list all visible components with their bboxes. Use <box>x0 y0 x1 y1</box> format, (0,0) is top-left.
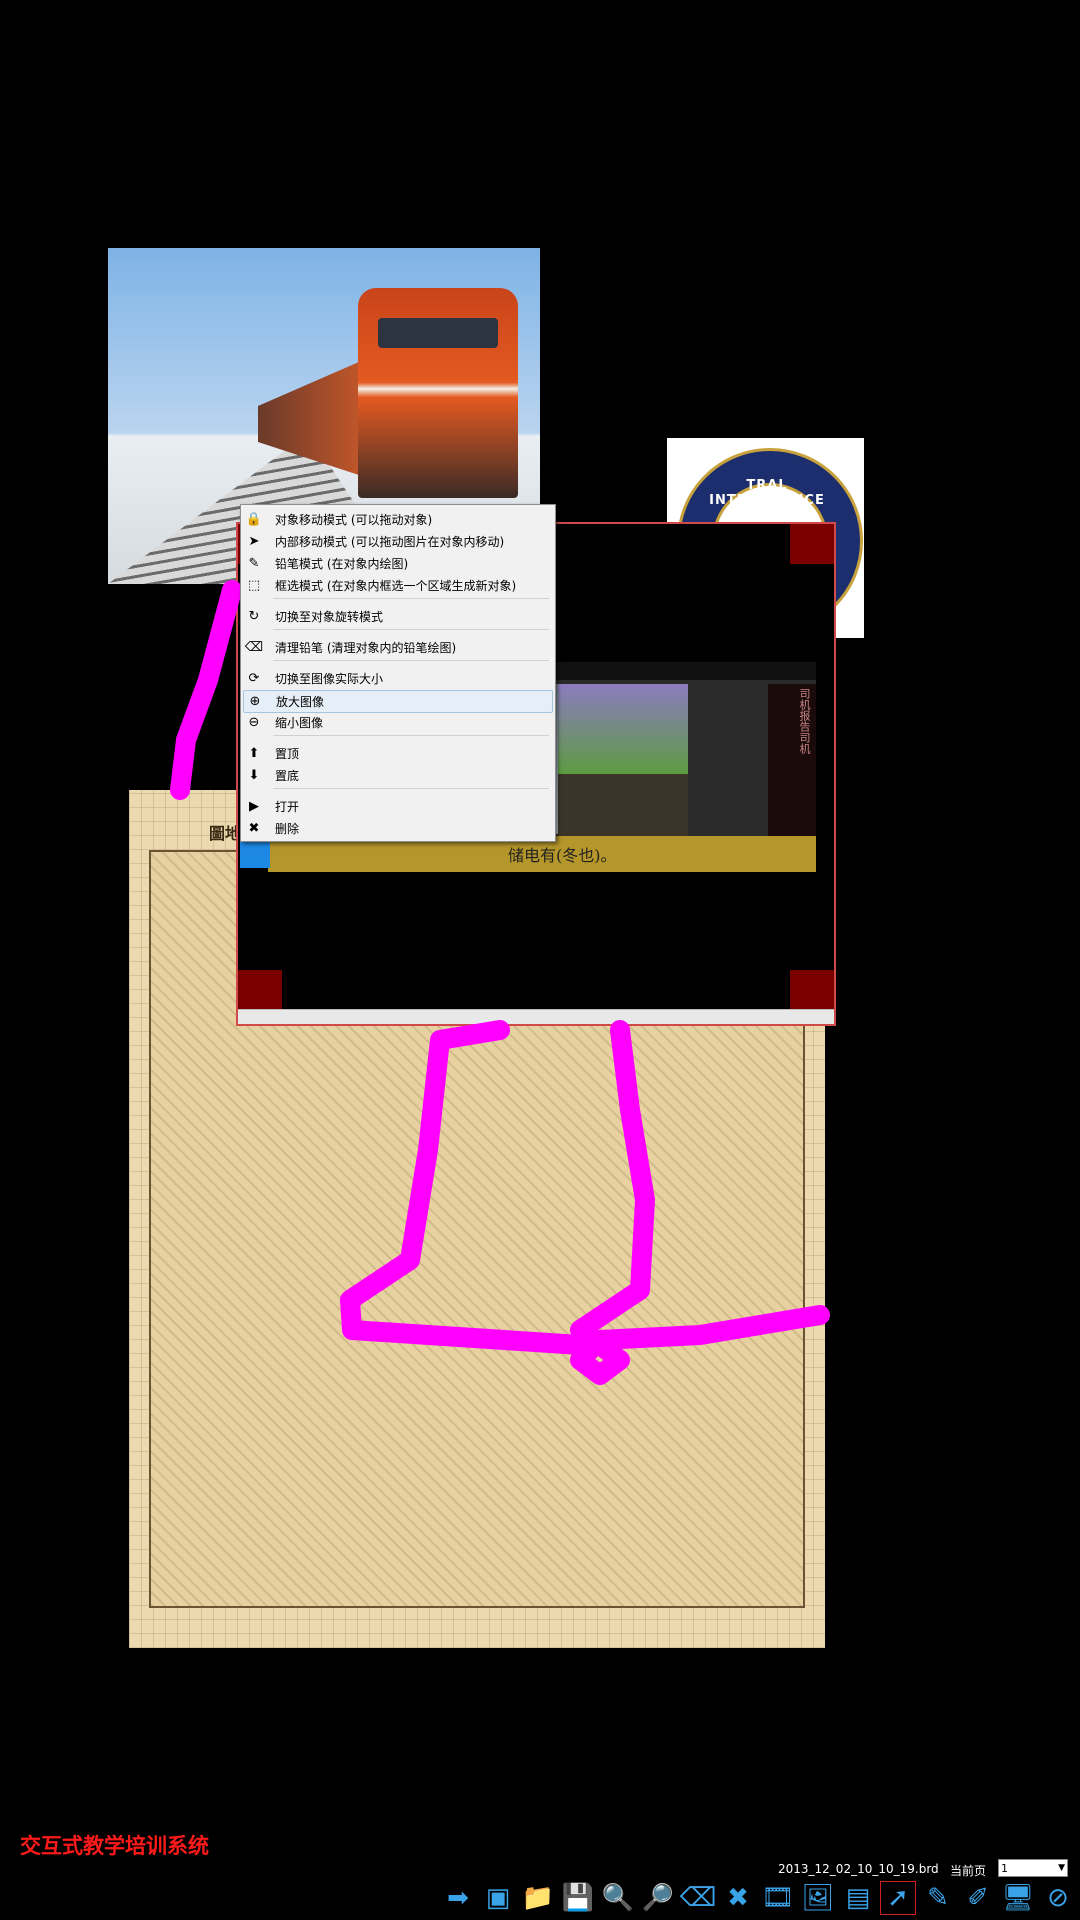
close-icon[interactable]: ✖ <box>720 1881 756 1915</box>
menu-item-label: 清理铅笔 (清理对象内的铅笔绘图) <box>275 641 457 655</box>
menu-item[interactable]: ↻ 切换至对象旋转模式 <box>243 606 553 627</box>
menu-item-label: 切换至图像实际大小 <box>275 672 384 686</box>
context-menu: 🔒 对象移动模式 (可以拖动对象) ➤ 内部移动模式 (可以拖动图片在对象内移动) ✎ 铅… <box>240 504 556 842</box>
pointer-icon[interactable]: ➚ <box>880 1881 916 1915</box>
save-icon[interactable]: 💾 <box>560 1881 596 1915</box>
new-page-icon[interactable]: ▣ <box>480 1881 516 1915</box>
markers-icon[interactable]: ✐ <box>960 1881 996 1915</box>
crop-icon: ⬚ <box>247 578 261 593</box>
pointer-icon: ➤ <box>248 534 260 549</box>
eraser-icon[interactable]: ⌫ <box>680 1881 717 1915</box>
menu-item-label: 内部移动模式 (可以拖动图片在对象内移动) <box>275 535 505 549</box>
pen-strokes <box>170 580 830 1385</box>
screen-icon[interactable]: 🖥 <box>1000 1881 1036 1915</box>
pen-stroke-right <box>590 1305 830 1350</box>
page-select[interactable]: 1 ▼ <box>998 1859 1068 1877</box>
menu-item-label: 缩小图像 <box>275 716 324 730</box>
menu-item[interactable]: ⊖ 缩小图像 <box>243 712 553 733</box>
menu-item-label: 删除 <box>275 822 300 836</box>
layers-icon[interactable]: ▤ <box>840 1881 876 1915</box>
menu-separator <box>273 788 549 789</box>
send-to-back-icon: ⬇ <box>248 768 260 783</box>
delete-icon: ✖ <box>248 821 260 836</box>
pencil-icon: ✎ <box>248 556 260 571</box>
menu-item[interactable]: ▶ 打开 <box>243 796 553 817</box>
pen-icon[interactable]: ✎ <box>920 1881 956 1915</box>
menu-item[interactable]: ⊕ 放大图像 <box>243 690 553 713</box>
current-page-label: 当前页 <box>950 1864 987 1878</box>
film-icon[interactable]: 🎞 <box>760 1881 796 1915</box>
app-title: 交互式教学培训系统 <box>20 1833 209 1858</box>
zoom-out-icon: ⊖ <box>248 715 260 730</box>
menu-item-label: 放大图像 <box>276 695 325 709</box>
menu-item[interactable]: ✖ 删除 <box>243 818 553 839</box>
lock-icon: 🔒 <box>245 512 263 527</box>
menu-item[interactable]: ⟳ 切换至图像实际大小 <box>243 668 553 689</box>
menu-item[interactable]: ⌫ 清理铅笔 (清理对象内的铅笔绘图) <box>243 637 553 658</box>
zoom-in-icon: ⊕ <box>249 694 261 709</box>
menu-item-label: 置顶 <box>275 747 300 761</box>
zoom-out-icon[interactable]: 🔎 <box>640 1881 676 1915</box>
page-select-value: 1 <box>1001 1861 1008 1875</box>
pen-stroke-left <box>170 580 242 800</box>
menu-item[interactable]: ✎ 铅笔模式 (在对象内绘图) <box>243 553 553 574</box>
pen-stroke-loop <box>340 1020 655 1385</box>
actual-size-icon: ⟳ <box>248 671 260 686</box>
no-icon[interactable]: ⊘ <box>1040 1881 1076 1915</box>
menu-item-label: 切换至对象旋转模式 <box>275 610 384 624</box>
menu-item-label: 置底 <box>275 769 300 783</box>
bottom-toolbar: ➡ ▣ 📁 💾 🔍 🔎 ⌫ ✖ 🎞 🖼 ▤ ➚ ✎ ✐ 🖥 ⊘ <box>440 1880 1080 1916</box>
open-icon: ▶ <box>249 799 259 814</box>
menu-separator <box>273 629 549 630</box>
menu-item-label: 铅笔模式 (在对象内绘图) <box>275 557 409 571</box>
menu-item[interactable]: ➤ 内部移动模式 (可以拖动图片在对象内移动) <box>243 531 553 552</box>
next-arrow-icon[interactable]: ➡ <box>440 1881 476 1915</box>
file-name: 2013_12_02_10_10_19.brd <box>778 1862 939 1876</box>
folder-icon[interactable]: 📁 <box>520 1881 556 1915</box>
chevron-down-icon: ▼ <box>1058 1863 1065 1873</box>
menu-separator <box>273 598 549 599</box>
menu-item[interactable]: 🔒 对象移动模式 (可以拖动对象) <box>243 509 553 530</box>
eraser-icon: ⌫ <box>244 640 264 655</box>
picture-icon[interactable]: 🖼 <box>800 1881 836 1915</box>
menu-item-label: 打开 <box>275 800 300 814</box>
menu-item[interactable]: ⬇ 置底 <box>243 765 553 786</box>
bring-to-front-icon: ⬆ <box>248 746 260 761</box>
menu-item-label: 对象移动模式 (可以拖动对象) <box>275 513 433 527</box>
menu-separator <box>273 735 549 736</box>
menu-item[interactable]: ⬆ 置顶 <box>243 743 553 764</box>
zoom-in-icon[interactable]: 🔍 <box>600 1881 636 1915</box>
rotate-icon: ↻ <box>248 609 260 624</box>
menu-item[interactable]: ⬚ 框选模式 (在对象内框选一个区域生成新对象) <box>243 575 553 596</box>
menu-item-label: 框选模式 (在对象内框选一个区域生成新对象) <box>275 579 517 593</box>
menu-separator <box>273 660 549 661</box>
